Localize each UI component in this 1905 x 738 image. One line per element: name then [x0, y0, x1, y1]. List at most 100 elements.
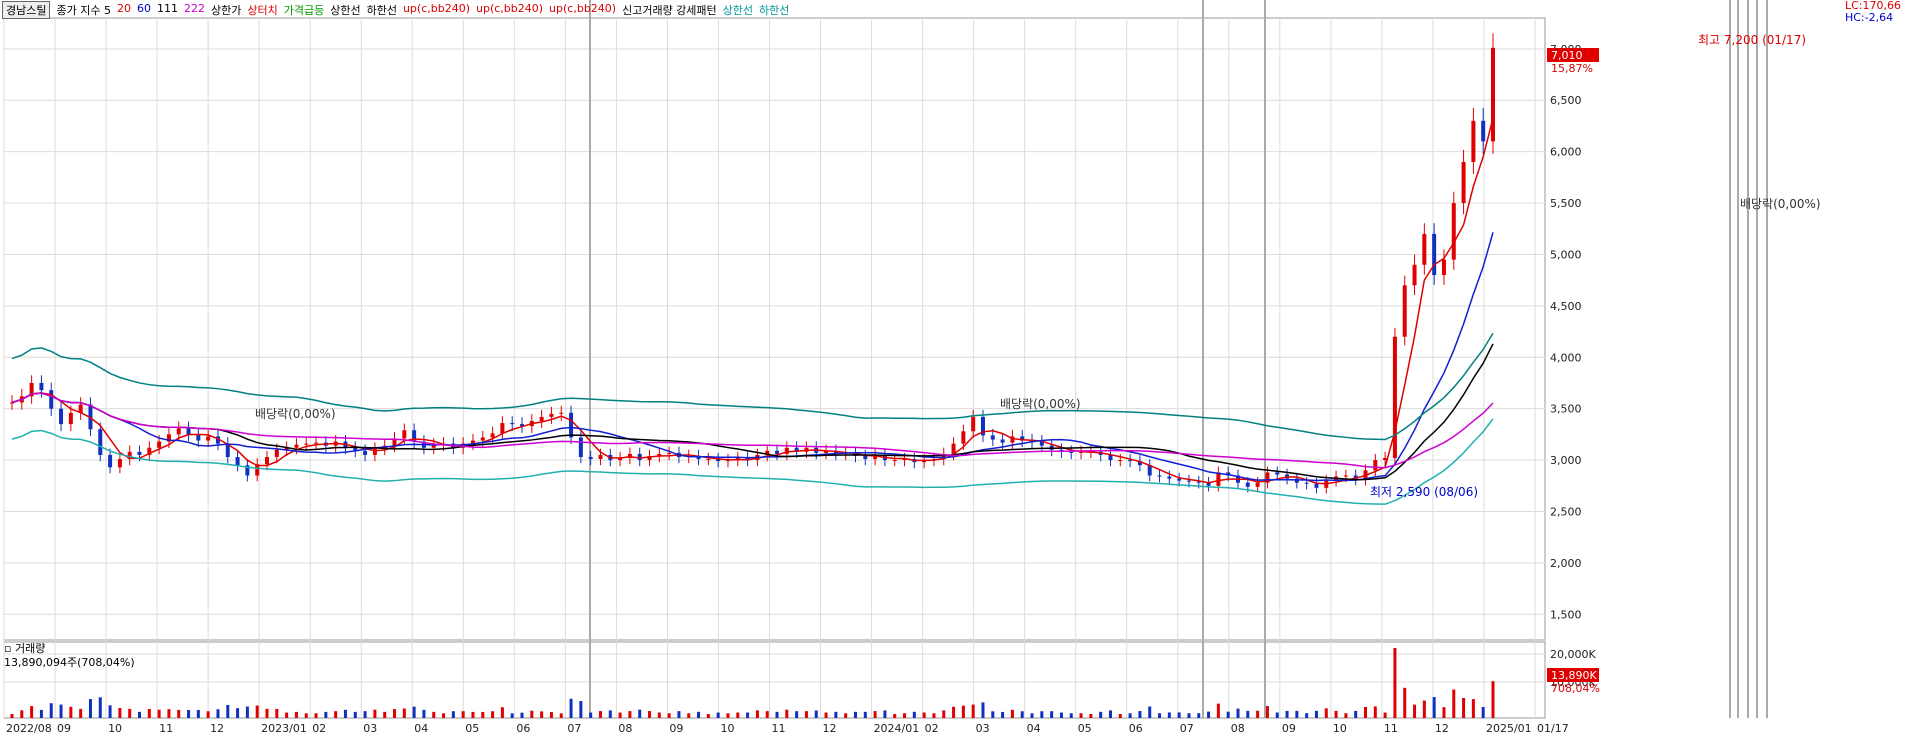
candle-body-117	[1157, 475, 1162, 477]
volume-bar-123	[1216, 703, 1220, 718]
stock-name-label[interactable]: 경남스틸	[2, 1, 51, 19]
candle-body-151	[1491, 47, 1495, 142]
x-tick-label-26: 10	[1333, 722, 1347, 735]
candle-body-17	[176, 428, 181, 435]
legend-item-2[interactable]: 60	[137, 2, 151, 18]
volume-bar-57	[569, 698, 573, 718]
legend-item-10[interactable]: up(c,bb240)	[403, 2, 470, 18]
legend-item-3[interactable]: 111	[157, 2, 178, 18]
y-tick-label-1: 2,000	[1550, 557, 1582, 570]
candle-body-149	[1471, 120, 1476, 162]
x-tick-label-23: 07	[1180, 722, 1194, 735]
volume-bar-88	[873, 711, 877, 718]
volume-bar-102	[1010, 709, 1014, 718]
legend-item-1[interactable]: 20	[117, 2, 131, 18]
volume-bar-46	[461, 711, 465, 718]
volume-bar-91	[903, 713, 907, 718]
candle-body-60	[598, 454, 603, 460]
candle-body-118	[1167, 476, 1172, 479]
x-tick-label-19: 03	[976, 722, 990, 735]
volume-bar-20	[206, 711, 210, 718]
legend-item-7[interactable]: 가격급등	[284, 2, 324, 18]
candle-body-40	[402, 430, 407, 439]
volume-bar-2	[30, 706, 34, 718]
volume-bar-59	[589, 712, 593, 718]
volume-bar-58	[579, 701, 583, 718]
volume-bar-13	[138, 711, 142, 718]
candle-body-64	[637, 453, 642, 461]
x-tick-label-17: 2024/01	[874, 722, 920, 735]
x-tick-label-3: 11	[159, 722, 173, 735]
volume-bar-32	[324, 711, 328, 718]
candle-body-3	[39, 382, 44, 391]
volume-bar-108	[1069, 713, 1073, 718]
indicator-corner: LC:170,66 HC:-2,64	[1845, 0, 1901, 24]
dividend-annotation-2: 배당락(0,00%)	[1000, 397, 1081, 411]
dividend-annotation-1: 배당락(0,00%)	[255, 407, 336, 421]
legend-item-15[interactable]: 하한선	[759, 2, 789, 18]
volume-bar-89	[883, 710, 887, 718]
dividend-annotation-3: 배당락(0,00%)	[1740, 197, 1821, 211]
legend-item-0[interactable]: 종가 지수 5	[56, 2, 110, 18]
volume-tag-value: 13,890K	[1551, 669, 1597, 682]
legend-item-12[interactable]: up(c,bb240)	[549, 2, 616, 18]
volume-bar-9	[98, 697, 102, 718]
volume-bar-47	[471, 711, 475, 718]
legend-item-5[interactable]: 상한가	[211, 2, 241, 18]
hc-value: HC:-2,64	[1844, 11, 1894, 24]
legend-item-14[interactable]: 상한선	[723, 2, 753, 18]
volume-value: 13,890,094주(708,04%)	[4, 656, 135, 669]
volume-bar-101	[1001, 711, 1005, 718]
volume-bar-136	[1344, 713, 1348, 718]
volume-bar-95	[942, 710, 946, 718]
volume-bar-34	[343, 709, 347, 718]
ma60-line	[11, 232, 1494, 482]
candle-body-150	[1481, 120, 1486, 142]
volume-bar-1	[20, 710, 24, 718]
legend-item-8[interactable]: 상한선	[330, 2, 360, 18]
volume-bar-124	[1226, 711, 1230, 718]
volume-bar-112	[1108, 710, 1112, 718]
y-tick-label-9: 6,000	[1550, 146, 1582, 159]
volume-bar-11	[118, 707, 122, 718]
volume-bar-36	[363, 711, 367, 718]
legend-item-13[interactable]: 신고거래량 강세패턴	[622, 2, 717, 18]
price-tag-pct: 15,87%	[1551, 62, 1593, 75]
legend-item-9[interactable]: 하한선	[367, 2, 397, 18]
legend-item-4[interactable]: 222	[184, 2, 205, 18]
x-tick-label-10: 06	[516, 722, 530, 735]
volume-bar-131	[1295, 710, 1299, 718]
candle-body-6	[68, 412, 73, 425]
volume-bar-138	[1363, 706, 1367, 718]
volume-bar-149	[1471, 699, 1475, 718]
legend-item-6[interactable]: 상터치	[247, 2, 277, 18]
volume-bar-121	[1197, 713, 1201, 718]
volume-bar-118	[1167, 712, 1171, 718]
volume-bar-98	[971, 704, 975, 718]
volume-bar-129	[1275, 712, 1279, 718]
volume-bar-109	[1079, 713, 1083, 718]
candle-body-13	[137, 451, 142, 455]
x-tick-label-12: 08	[618, 722, 632, 735]
bb-upper-line	[11, 332, 1494, 441]
x-tick-label-28: 12	[1435, 722, 1449, 735]
volume-bar-50	[500, 707, 504, 718]
x-tick-label-16: 12	[823, 722, 837, 735]
candle-body-9	[98, 429, 103, 455]
volume-bar-117	[1158, 713, 1162, 718]
x-tick-label-13: 09	[669, 722, 683, 735]
candle-body-30	[304, 443, 309, 445]
legend-item-11[interactable]: up(c,bb240)	[476, 2, 543, 18]
candle-body-148	[1461, 161, 1466, 204]
candle-body-78	[775, 450, 780, 454]
y-tick-label-10: 6,500	[1550, 94, 1582, 107]
volume-bar-14	[147, 708, 151, 718]
volume-bar-26	[265, 708, 269, 718]
x-tick-label-8: 04	[414, 722, 428, 735]
candle-body-18	[186, 428, 191, 435]
ma20-line	[11, 117, 1494, 485]
volume-bar-99	[981, 702, 985, 718]
candle-body-113	[1118, 460, 1123, 462]
volume-bar-65	[648, 711, 652, 718]
volume-bar-150	[1481, 707, 1485, 718]
